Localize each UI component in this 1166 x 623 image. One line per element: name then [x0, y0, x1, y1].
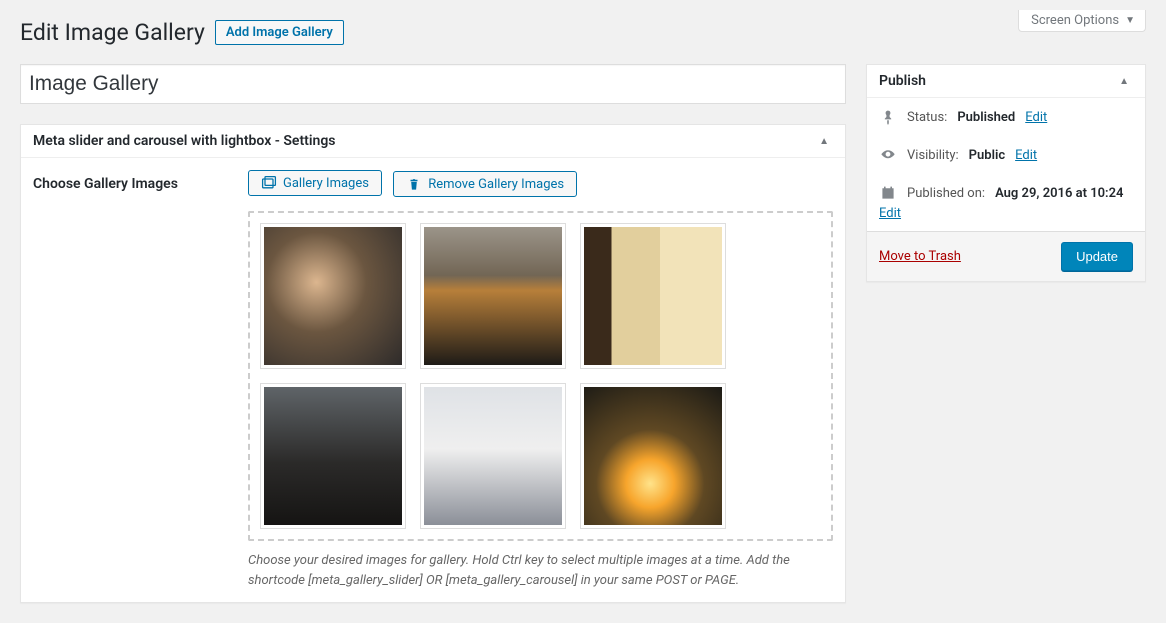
published-on-value: Aug 29, 2016 at 10:24	[995, 186, 1123, 201]
gallery-thumbnail[interactable]	[260, 223, 406, 369]
publish-major-actions: Move to Trash Update	[867, 231, 1145, 281]
visibility-label: Visibility:	[907, 148, 959, 163]
thumbnail-image	[584, 227, 722, 365]
title-wrap	[20, 64, 846, 104]
post-title-input[interactable]	[20, 64, 846, 104]
settings-postbox-title: Meta slider and carousel with lightbox -…	[33, 133, 336, 149]
screen-meta: Screen Options ▼	[1018, 10, 1146, 32]
thumbnail-image	[424, 227, 562, 365]
gallery-images-button-label: Gallery Images	[283, 176, 369, 191]
edit-status-link[interactable]: Edit	[1025, 110, 1047, 125]
remove-gallery-images-button-label: Remove Gallery Images	[428, 177, 564, 192]
remove-gallery-images-button[interactable]: Remove Gallery Images	[393, 171, 577, 197]
screen-options-label: Screen Options	[1031, 13, 1119, 28]
choose-gallery-label: Choose Gallery Images	[33, 170, 228, 192]
publish-status-row: Status: Published Edit	[867, 98, 1145, 136]
gallery-thumbnail[interactable]	[420, 383, 566, 529]
status-label: Status:	[907, 110, 947, 125]
gallery-thumbnail[interactable]	[580, 223, 726, 369]
settings-postbox-header[interactable]: Meta slider and carousel with lightbox -…	[21, 125, 845, 158]
publish-postbox: Publish ▲ Status: Published Edit	[866, 64, 1146, 282]
calendar-icon	[879, 184, 897, 202]
publish-visibility-row: Visibility: Public Edit	[867, 136, 1145, 174]
pin-icon	[879, 108, 897, 126]
update-button[interactable]: Update	[1061, 242, 1133, 271]
publish-postbox-title: Publish	[879, 73, 926, 89]
add-image-gallery-button[interactable]: Add Image Gallery	[215, 20, 344, 45]
collapse-up-icon[interactable]: ▲	[1115, 74, 1133, 89]
status-value: Published	[957, 110, 1015, 125]
visibility-icon	[879, 146, 897, 164]
gallery-thumbnail[interactable]	[260, 383, 406, 529]
move-to-trash-link[interactable]: Move to Trash	[879, 249, 961, 264]
media-images-icon	[261, 175, 277, 191]
screen-options-button[interactable]: Screen Options ▼	[1018, 10, 1146, 32]
thumbnail-image	[584, 387, 722, 525]
thumbnail-image	[264, 227, 402, 365]
edit-visibility-link[interactable]: Edit	[1015, 148, 1037, 163]
thumbnail-image	[424, 387, 562, 525]
page-title-text: Edit Image Gallery	[20, 19, 205, 46]
caret-down-icon: ▼	[1125, 15, 1135, 26]
page-heading: Edit Image Gallery Add Image Gallery	[20, 10, 1146, 50]
collapse-up-icon[interactable]: ▲	[815, 134, 833, 149]
visibility-value: Public	[969, 148, 1005, 163]
gallery-thumbnail[interactable]	[420, 223, 566, 369]
published-on-label: Published on:	[907, 186, 985, 201]
edit-date-link[interactable]: Edit	[879, 206, 901, 221]
gallery-thumbnail[interactable]	[580, 383, 726, 529]
thumbnail-image	[264, 387, 402, 525]
publish-postbox-header[interactable]: Publish ▲	[867, 65, 1145, 98]
trash-icon	[406, 176, 422, 192]
settings-postbox: Meta slider and carousel with lightbox -…	[20, 124, 846, 603]
gallery-dropzone[interactable]	[248, 211, 833, 541]
gallery-description: Choose your desired images for gallery. …	[248, 551, 833, 590]
gallery-images-button[interactable]: Gallery Images	[248, 170, 382, 196]
